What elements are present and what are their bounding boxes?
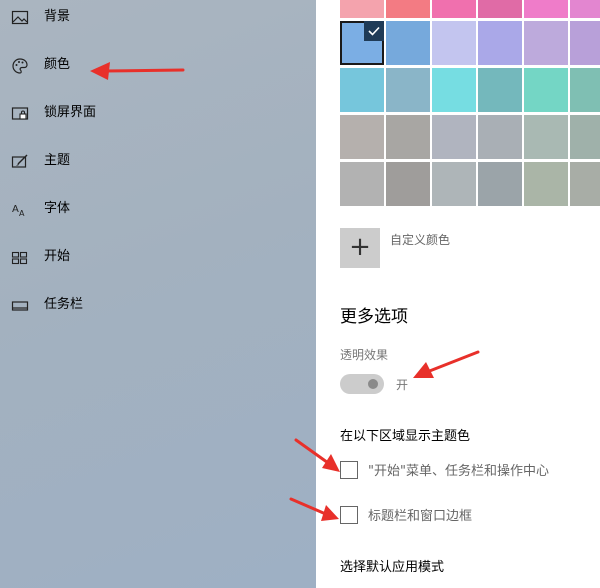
transparency-toggle[interactable] [340,374,384,394]
color-swatch[interactable] [386,162,430,206]
color-swatch[interactable] [386,21,430,65]
sidebar-item-colors[interactable]: 颜色 [0,46,316,86]
color-swatch[interactable] [524,115,568,159]
color-swatch[interactable] [386,68,430,112]
sidebar-item-label: 任务栏 [44,297,84,312]
color-swatch[interactable] [524,0,568,18]
colors-settings-pane: + 自定义颜色 更多选项 透明效果 开 在以下区域显示主题色 "开始"菜单、任务… [316,0,600,588]
picture-icon [11,9,29,27]
sidebar-item-label: 锁屏界面 [44,105,97,120]
transparency-label: 透明效果 [340,348,389,362]
svg-text:A: A [12,204,19,215]
color-swatch[interactable] [570,21,600,65]
color-swatch[interactable] [478,21,522,65]
custom-color-label: 自定义颜色 [390,233,451,247]
color-swatch[interactable] [570,68,600,112]
color-swatch[interactable] [478,68,522,112]
color-swatch[interactable] [386,115,430,159]
svg-text:A: A [19,209,25,218]
color-swatch[interactable] [570,115,600,159]
color-swatch[interactable] [478,162,522,206]
color-swatch-selected[interactable] [340,21,384,65]
settings-sidebar: 背景 颜色 锁屏界面 主题 AA 字体 开始 任务栏 [0,0,316,588]
accent-surfaces-heading: 在以下区域显示主题色 [340,429,471,444]
more-options-heading: 更多选项 [340,307,408,327]
sidebar-item-label: 颜色 [44,57,71,72]
color-swatch[interactable] [432,0,476,18]
sidebar-item-label: 主题 [44,153,71,168]
color-swatch[interactable] [570,162,600,206]
lock-screen-icon [11,105,29,123]
color-swatch[interactable] [432,21,476,65]
plus-icon: + [349,232,371,262]
title-bar-accent-checkbox[interactable] [340,506,358,524]
color-swatch[interactable] [478,0,522,18]
theme-icon [11,153,29,171]
app-mode-heading: 选择默认应用模式 [340,560,445,575]
color-swatch[interactable] [524,162,568,206]
transparency-state: 开 [396,378,409,392]
palette-icon [11,57,29,75]
title-bar-accent-label: 标题栏和窗口边框 [368,509,473,524]
font-icon: AA [11,201,29,219]
checkmark-icon [364,21,384,41]
sidebar-item-taskbar[interactable]: 任务栏 [0,286,316,326]
sidebar-item-fonts[interactable]: AA 字体 [0,190,316,230]
sidebar-item-themes[interactable]: 主题 [0,142,316,182]
color-swatch[interactable] [478,115,522,159]
custom-color-button[interactable]: + [340,228,380,268]
sidebar-item-background[interactable]: 背景 [0,0,316,38]
sidebar-item-start[interactable]: 开始 [0,238,316,278]
color-swatch[interactable] [340,162,384,206]
color-swatch[interactable] [570,0,600,18]
start-taskbar-accent-label: "开始"菜单、任务栏和操作中心 [368,464,549,479]
start-icon [11,249,29,267]
color-swatch[interactable] [340,115,384,159]
color-swatch[interactable] [432,162,476,206]
color-swatch[interactable] [524,68,568,112]
color-swatch[interactable] [340,68,384,112]
start-taskbar-accent-checkbox[interactable] [340,461,358,479]
sidebar-item-label: 开始 [44,249,71,264]
toggle-knob [368,379,378,389]
color-swatch[interactable] [524,21,568,65]
color-swatch[interactable] [386,0,430,18]
color-swatch[interactable] [340,0,384,18]
sidebar-item-label: 背景 [44,9,71,24]
taskbar-icon [11,297,29,315]
sidebar-item-lock-screen[interactable]: 锁屏界面 [0,94,316,134]
color-swatch[interactable] [432,115,476,159]
sidebar-item-label: 字体 [44,201,71,216]
color-swatch[interactable] [432,68,476,112]
